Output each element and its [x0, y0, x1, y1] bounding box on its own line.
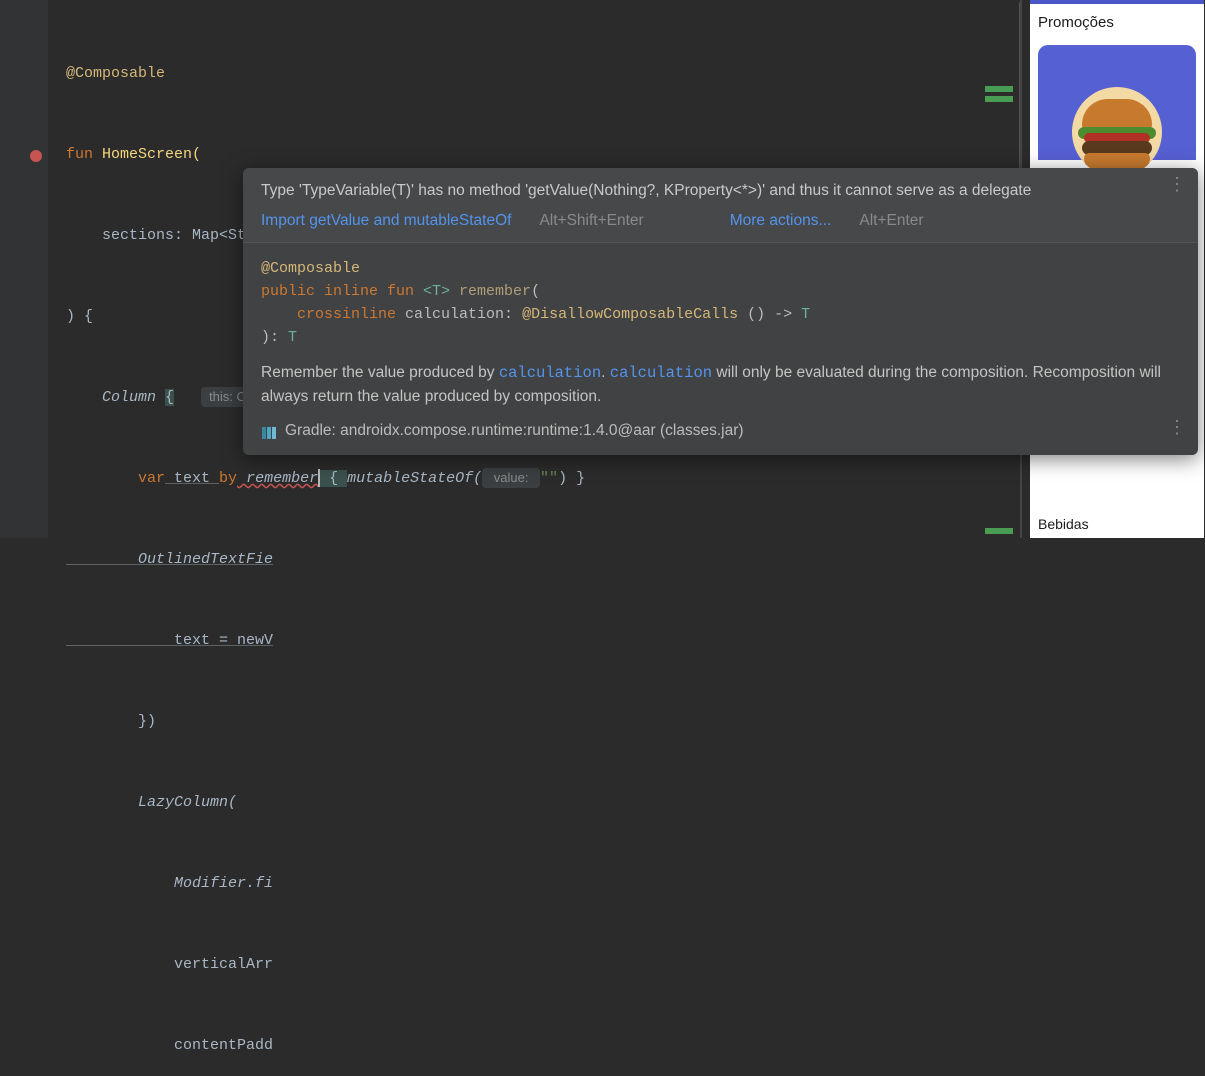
shortcut-hint: Alt+Shift+Enter [539, 212, 643, 230]
kebab-menu-icon[interactable]: ⋮ [1168, 182, 1184, 198]
quick-doc-popup: ⋮ Type 'TypeVariable(T)' has no method '… [243, 168, 1198, 455]
shortcut-hint: Alt+Enter [859, 212, 923, 230]
error-message: Type 'TypeVariable(T)' has no method 'ge… [261, 182, 1180, 200]
inlay-hint: value: [482, 468, 540, 488]
signature-block: @Composable public inline fun <T> rememb… [243, 243, 1198, 357]
import-fix-link[interactable]: Import getValue and mutableStateOf [261, 212, 511, 230]
preview-section-header: Bebidas [1038, 516, 1089, 532]
preview-section-header: Promoções [1030, 4, 1204, 39]
preview-card[interactable] [1038, 45, 1196, 179]
library-icon [261, 424, 279, 438]
doc-description: Remember the value produced by calculati… [243, 357, 1198, 455]
annotation: @Composable [66, 65, 165, 82]
kebab-menu-icon[interactable]: ⋮ [1168, 425, 1184, 441]
source-library: Gradle: androidx.compose.runtime:runtime… [261, 419, 1180, 443]
burger-image [1072, 87, 1162, 177]
more-actions-link[interactable]: More actions... [730, 212, 832, 230]
